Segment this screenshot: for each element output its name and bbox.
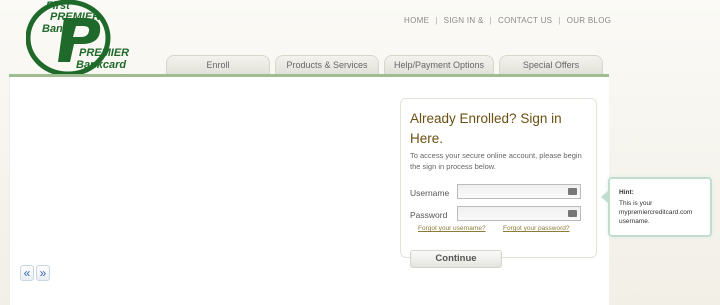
forgot-username-link[interactable]: Forgot your username? [418,225,486,232]
tab-help-payment-options[interactable]: Help/Payment Options [384,55,494,74]
username-input[interactable] [458,189,580,202]
sign-in-title: Already Enrolled? Sign in Here. [410,111,562,146]
tab-enroll[interactable]: Enroll [166,55,270,74]
logo-text-premier-2: PREMIER [79,47,130,59]
username-hint-tooltip: Hint: This is your mypremiercreditcard.c… [601,177,712,237]
logo-text-bankcard: Bankcard [76,59,127,71]
continue-button[interactable]: Continue [410,250,502,268]
hint-body: This is your mypremiercreditcard.com use… [619,200,693,225]
nav-our-blog-link[interactable]: OUR BLOG [567,16,612,25]
username-label: Username [410,188,450,198]
first-premier-logo[interactable]: First PREMIER Bank PREMIER Bankcard [26,0,136,76]
forgot-password-link[interactable]: Forgot your password? [503,225,569,232]
sign-in-description: To access your secure online account, pl… [410,151,582,171]
tab-special-offers[interactable]: Special Offers [499,55,603,74]
nav-separator: | [489,16,493,25]
password-label: Password [410,210,448,220]
carousel-next-button[interactable]: » [36,265,50,281]
main-tab-bar: Enroll Products & Services Help/Payment … [166,55,603,74]
sign-in-box: Already Enrolled? Sign in Here. To acces… [400,98,597,268]
carousel-prev-button[interactable]: « [20,265,34,281]
logo-text-bank: Bank [42,23,69,35]
nav-separator: | [558,16,561,25]
password-input[interactable] [458,211,580,224]
keyboard-icon[interactable] [568,188,577,195]
hint-title: Hint: [619,189,634,196]
password-field-wrapper [457,206,581,224]
logo-text-premier: PREMIER [50,11,101,23]
keyboard-icon[interactable] [568,210,577,217]
nav-home-link[interactable]: HOME [404,16,429,25]
top-nav: HOME | SIGN IN & | CONTACT US | OUR BLOG [404,16,611,25]
nav-contact-us-link[interactable]: CONTACT US [498,16,552,25]
tab-products-services[interactable]: Products & Services [275,55,379,74]
nav-sign-in-link[interactable]: SIGN IN & [444,16,484,25]
username-field-wrapper [457,184,581,202]
nav-separator: | [435,16,438,25]
